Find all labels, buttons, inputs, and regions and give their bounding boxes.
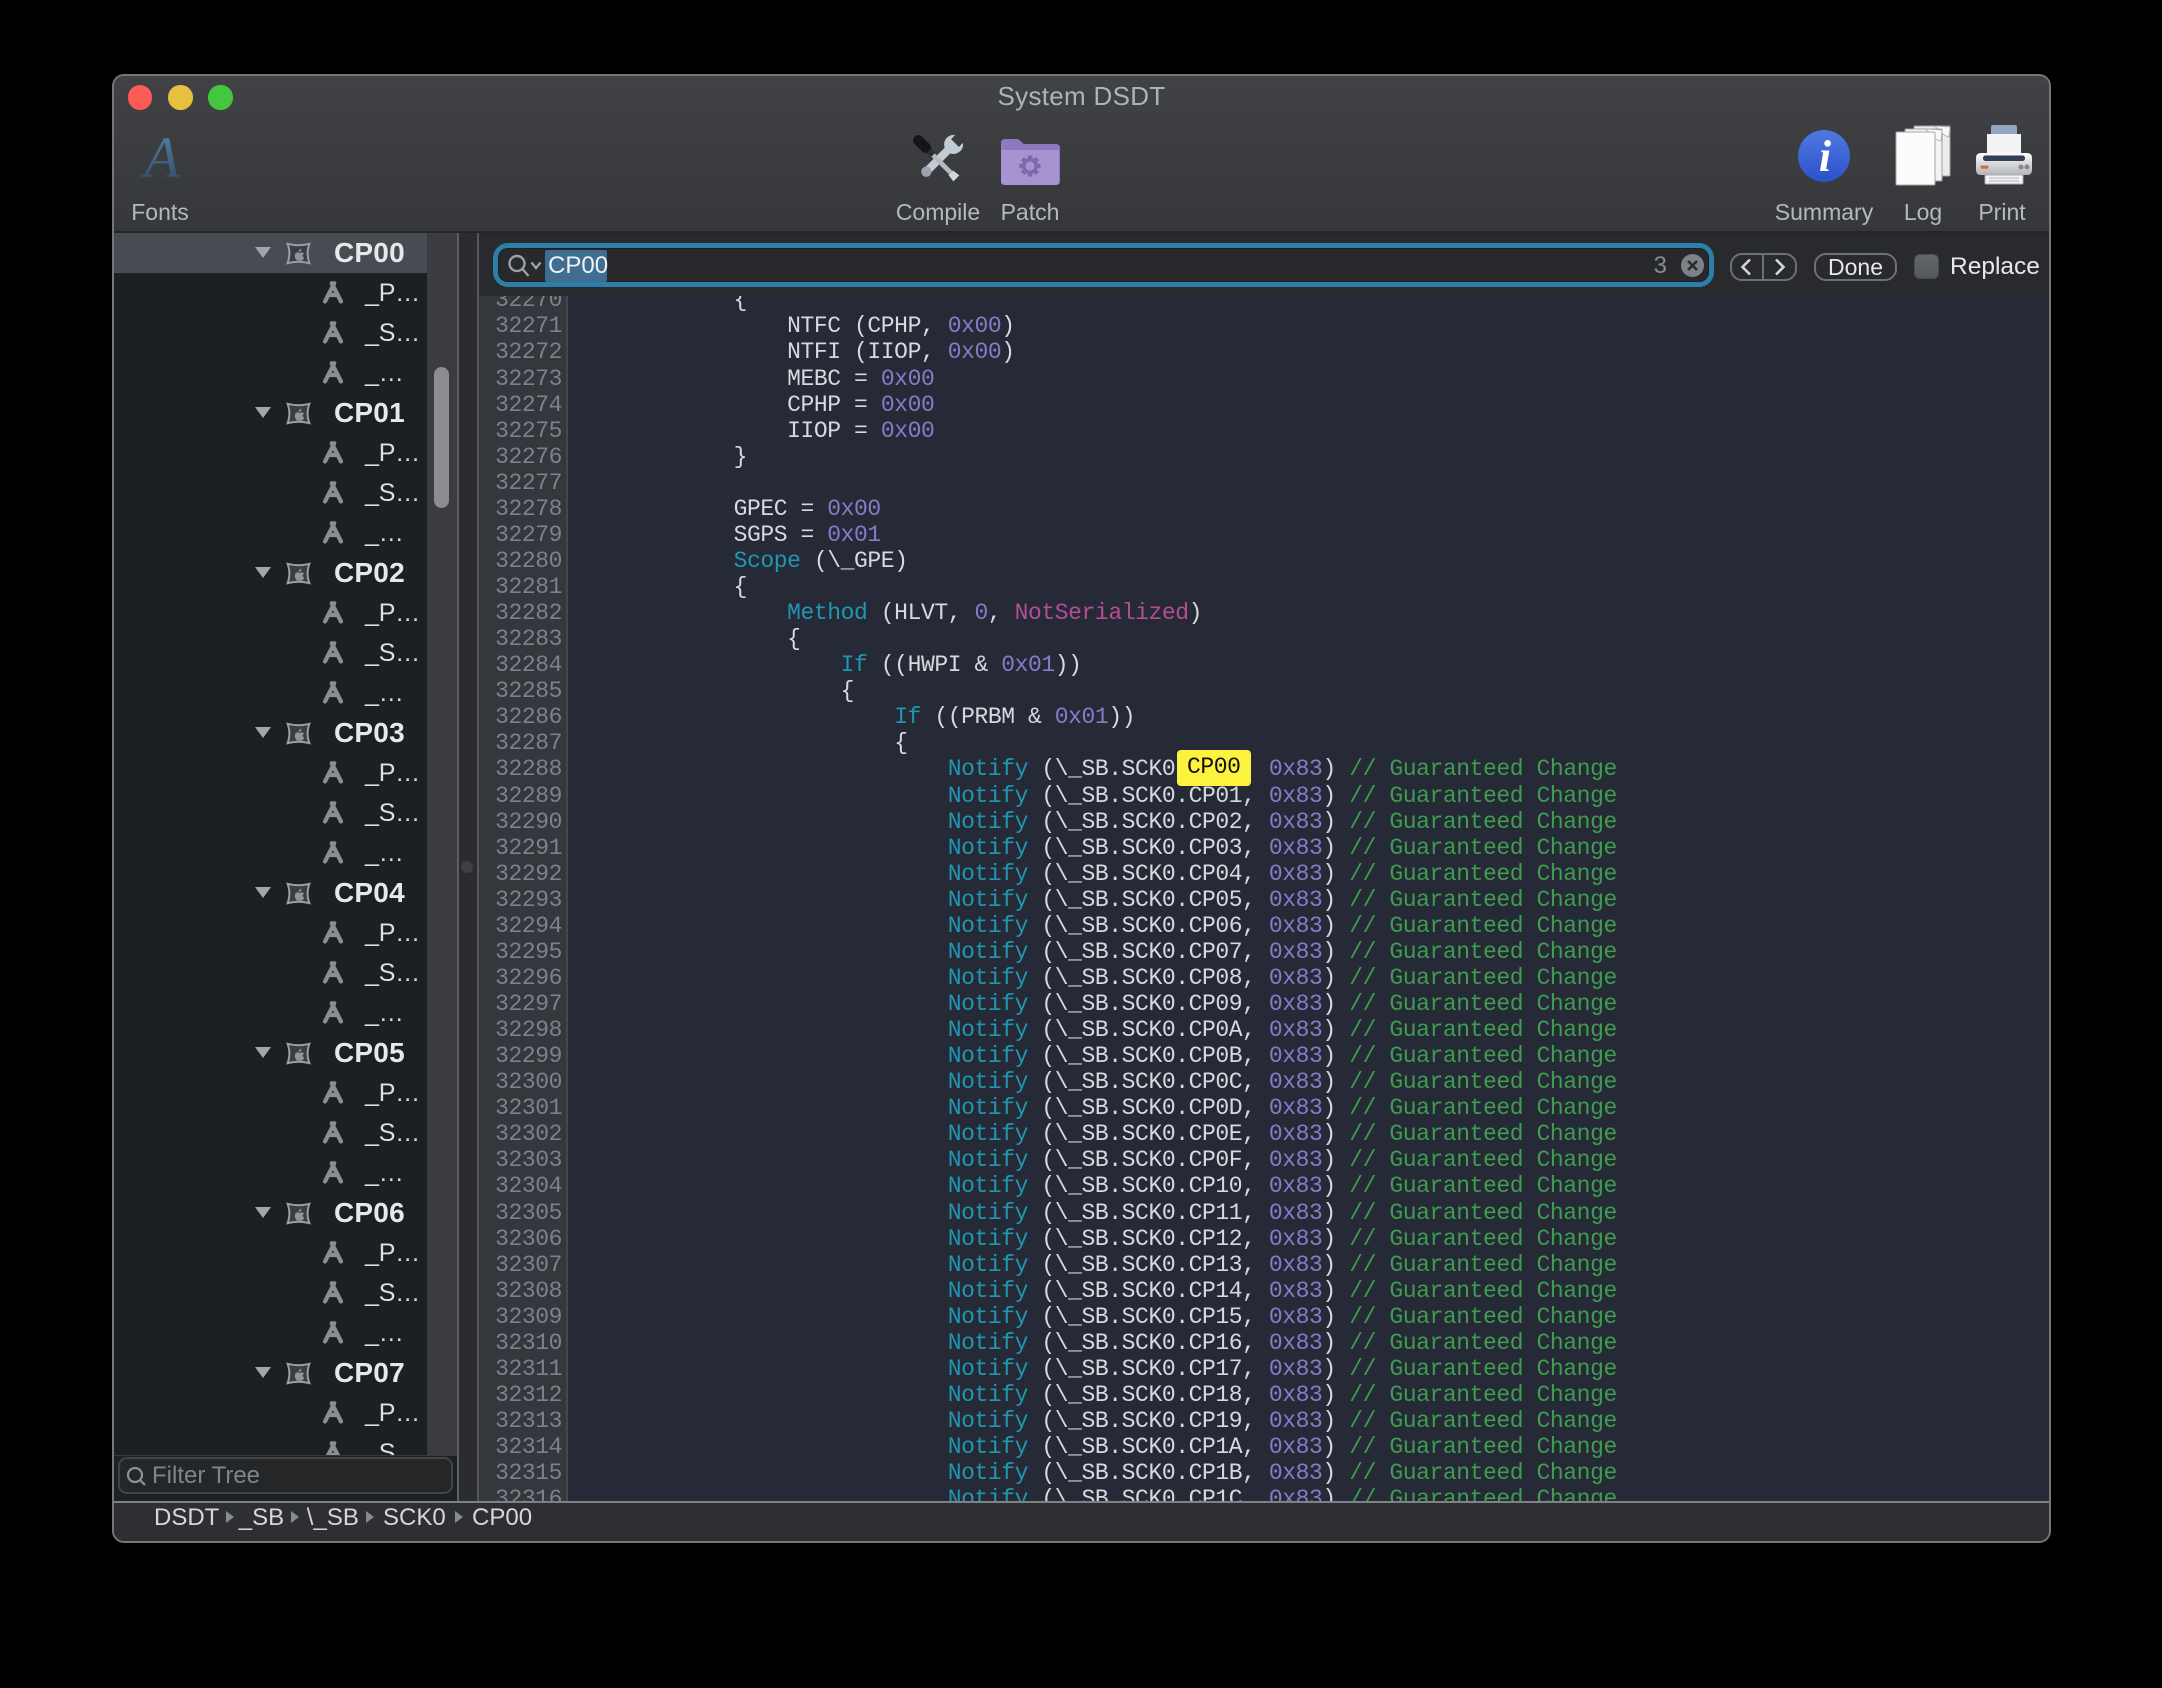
svg-text:i: i bbox=[1819, 132, 1832, 181]
svg-text:A: A bbox=[140, 132, 180, 188]
